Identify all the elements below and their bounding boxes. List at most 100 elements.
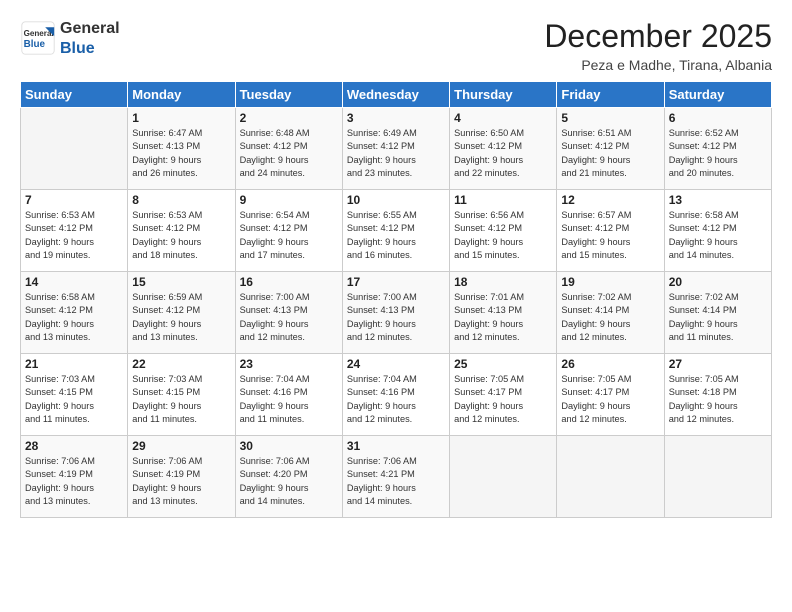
day-number: 17	[347, 275, 445, 289]
day-number: 2	[240, 111, 338, 125]
day-cell	[450, 436, 557, 518]
day-cell	[557, 436, 664, 518]
day-number: 20	[669, 275, 767, 289]
day-info: Sunrise: 7:00 AMSunset: 4:13 PMDaylight:…	[240, 291, 338, 344]
header-row: SundayMondayTuesdayWednesdayThursdayFrid…	[21, 82, 772, 108]
day-cell: 11Sunrise: 6:56 AMSunset: 4:12 PMDayligh…	[450, 190, 557, 272]
day-cell: 13Sunrise: 6:58 AMSunset: 4:12 PMDayligh…	[664, 190, 771, 272]
calendar-body: 1 Sunrise: 6:47 AMSunset: 4:13 PMDaylight…	[21, 108, 772, 518]
day-number: 4	[454, 111, 552, 125]
day-info: Sunrise: 6:51 AMSunset: 4:12 PMDaylight:…	[561, 127, 659, 180]
day-info: Sunrise: 6:52 AMSunset: 4:12 PMDaylight:…	[669, 127, 767, 180]
day-number: 24	[347, 357, 445, 371]
day-number: 15	[132, 275, 230, 289]
day-cell: 8Sunrise: 6:53 AMSunset: 4:12 PMDaylight…	[128, 190, 235, 272]
day-info: Sunrise: 7:06 AMSunset: 4:21 PMDaylight:…	[347, 455, 445, 508]
day-number: 6	[669, 111, 767, 125]
day-cell: 5 Sunrise: 6:51 AMSunset: 4:12 PMDaylight…	[557, 108, 664, 190]
header-day-sunday: Sunday	[21, 82, 128, 108]
header-day-monday: Monday	[128, 82, 235, 108]
day-info: Sunrise: 7:05 AMSunset: 4:17 PMDaylight:…	[561, 373, 659, 426]
day-cell: 3 Sunrise: 6:49 AMSunset: 4:12 PMDaylight…	[342, 108, 449, 190]
day-info: Sunrise: 7:03 AMSunset: 4:15 PMDaylight:…	[25, 373, 123, 426]
week-row-2: 7 Sunrise: 6:53 AMSunset: 4:12 PMDaylight…	[21, 190, 772, 272]
day-number: 5	[561, 111, 659, 125]
day-cell: 12Sunrise: 6:57 AMSunset: 4:12 PMDayligh…	[557, 190, 664, 272]
day-cell: 2Sunrise: 6:48 AMSunset: 4:12 PMDaylight…	[235, 108, 342, 190]
day-cell: 31 Sunrise: 7:06 AMSunset: 4:21 PMDayligh…	[342, 436, 449, 518]
day-info: Sunrise: 6:53 AMSunset: 4:12 PMDaylight:…	[25, 209, 123, 262]
day-cell: 6 Sunrise: 6:52 AMSunset: 4:12 PMDaylight…	[664, 108, 771, 190]
day-info: Sunrise: 7:06 AMSunset: 4:19 PMDaylight:…	[25, 455, 123, 508]
day-cell: 18 Sunrise: 7:01 AMSunset: 4:13 PMDayligh…	[450, 272, 557, 354]
day-number: 16	[240, 275, 338, 289]
day-number: 9	[240, 193, 338, 207]
day-number: 26	[561, 357, 659, 371]
day-info: Sunrise: 6:50 AMSunset: 4:12 PMDaylight:…	[454, 127, 552, 180]
day-number: 27	[669, 357, 767, 371]
day-cell: 16 Sunrise: 7:00 AMSunset: 4:13 PMDayligh…	[235, 272, 342, 354]
day-cell: 27 Sunrise: 7:05 AMSunset: 4:18 PMDayligh…	[664, 354, 771, 436]
day-number: 3	[347, 111, 445, 125]
day-number: 12	[561, 193, 659, 207]
day-info: Sunrise: 6:55 AMSunset: 4:12 PMDaylight:…	[347, 209, 445, 262]
day-info: Sunrise: 6:54 AMSunset: 4:12 PMDaylight:…	[240, 209, 338, 262]
week-row-3: 14 Sunrise: 6:58 AMSunset: 4:12 PMDayligh…	[21, 272, 772, 354]
day-info: Sunrise: 7:02 AMSunset: 4:14 PMDaylight:…	[561, 291, 659, 344]
day-number: 11	[454, 193, 552, 207]
day-number: 31	[347, 439, 445, 453]
day-cell: 17 Sunrise: 7:00 AMSunset: 4:13 PMDayligh…	[342, 272, 449, 354]
day-cell	[21, 108, 128, 190]
day-info: Sunrise: 7:05 AMSunset: 4:18 PMDaylight:…	[669, 373, 767, 426]
day-info: Sunrise: 7:03 AMSunset: 4:15 PMDaylight:…	[132, 373, 230, 426]
day-number: 14	[25, 275, 123, 289]
day-number: 13	[669, 193, 767, 207]
day-number: 29	[132, 439, 230, 453]
logo-icon: General Blue	[20, 20, 56, 56]
day-cell: 1 Sunrise: 6:47 AMSunset: 4:13 PMDaylight…	[128, 108, 235, 190]
day-cell: 14 Sunrise: 6:58 AMSunset: 4:12 PMDayligh…	[21, 272, 128, 354]
day-info: Sunrise: 7:06 AMSunset: 4:19 PMDaylight:…	[132, 455, 230, 508]
day-info: Sunrise: 6:47 AMSunset: 4:13 PMDaylight:…	[132, 127, 230, 180]
day-number: 7	[25, 193, 123, 207]
day-info: Sunrise: 6:59 AMSunset: 4:12 PMDaylight:…	[132, 291, 230, 344]
day-number: 18	[454, 275, 552, 289]
day-number: 22	[132, 357, 230, 371]
header-day-wednesday: Wednesday	[342, 82, 449, 108]
day-cell: 30Sunrise: 7:06 AMSunset: 4:20 PMDayligh…	[235, 436, 342, 518]
day-cell: 26 Sunrise: 7:05 AMSunset: 4:17 PMDayligh…	[557, 354, 664, 436]
subtitle: Peza e Madhe, Tirana, Albania	[544, 57, 772, 73]
day-number: 30	[240, 439, 338, 453]
logo-blue: Blue	[60, 40, 95, 57]
day-cell: 21 Sunrise: 7:03 AMSunset: 4:15 PMDayligh…	[21, 354, 128, 436]
title-block: December 2025 Peza e Madhe, Tirana, Alba…	[544, 18, 772, 73]
day-info: Sunrise: 7:01 AMSunset: 4:13 PMDaylight:…	[454, 291, 552, 344]
month-title: December 2025	[544, 18, 772, 55]
day-cell: 19 Sunrise: 7:02 AMSunset: 4:14 PMDayligh…	[557, 272, 664, 354]
day-number: 1	[132, 111, 230, 125]
day-number: 25	[454, 357, 552, 371]
calendar-header: SundayMondayTuesdayWednesdayThursdayFrid…	[21, 82, 772, 108]
week-row-5: 28 Sunrise: 7:06 AMSunset: 4:19 PMDayligh…	[21, 436, 772, 518]
day-cell: 29 Sunrise: 7:06 AMSunset: 4:19 PMDayligh…	[128, 436, 235, 518]
logo-text: General Blue	[60, 18, 120, 58]
day-number: 28	[25, 439, 123, 453]
day-cell: 10 Sunrise: 6:55 AMSunset: 4:12 PMDayligh…	[342, 190, 449, 272]
day-cell: 20Sunrise: 7:02 AMSunset: 4:14 PMDayligh…	[664, 272, 771, 354]
day-number: 10	[347, 193, 445, 207]
day-number: 19	[561, 275, 659, 289]
day-info: Sunrise: 7:00 AMSunset: 4:13 PMDaylight:…	[347, 291, 445, 344]
day-cell: 15 Sunrise: 6:59 AMSunset: 4:12 PMDayligh…	[128, 272, 235, 354]
header: General Blue General Blue December 2025 …	[20, 18, 772, 73]
calendar-table: SundayMondayTuesdayWednesdayThursdayFrid…	[20, 81, 772, 518]
day-info: Sunrise: 6:58 AMSunset: 4:12 PMDaylight:…	[25, 291, 123, 344]
header-day-tuesday: Tuesday	[235, 82, 342, 108]
day-cell: 28 Sunrise: 7:06 AMSunset: 4:19 PMDayligh…	[21, 436, 128, 518]
day-cell: 24 Sunrise: 7:04 AMSunset: 4:16 PMDayligh…	[342, 354, 449, 436]
day-info: Sunrise: 6:49 AMSunset: 4:12 PMDaylight:…	[347, 127, 445, 180]
day-info: Sunrise: 7:04 AMSunset: 4:16 PMDaylight:…	[347, 373, 445, 426]
day-cell: 25Sunrise: 7:05 AMSunset: 4:17 PMDayligh…	[450, 354, 557, 436]
day-cell: 22 Sunrise: 7:03 AMSunset: 4:15 PMDayligh…	[128, 354, 235, 436]
day-number: 21	[25, 357, 123, 371]
day-cell: 9 Sunrise: 6:54 AMSunset: 4:12 PMDaylight…	[235, 190, 342, 272]
